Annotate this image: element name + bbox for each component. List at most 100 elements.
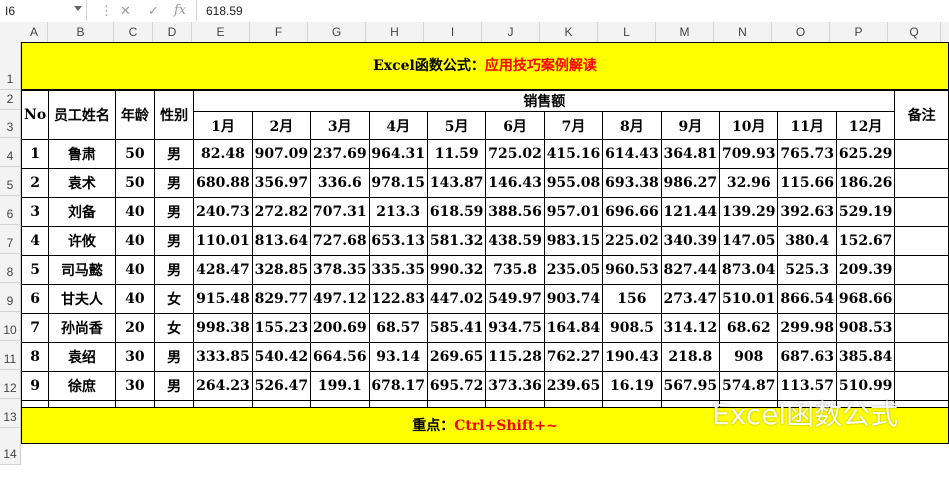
- cell-sales[interactable]: 385.84: [835, 342, 896, 372]
- cell-sales[interactable]: 199.1: [310, 371, 370, 401]
- row-header-10[interactable]: 10: [0, 312, 21, 341]
- cell-sales[interactable]: 907.09: [251, 139, 312, 169]
- cell-sales[interactable]: 328.85: [251, 255, 312, 285]
- column-header-o[interactable]: O: [772, 22, 830, 42]
- column-header-a[interactable]: A: [21, 22, 48, 42]
- cell-gender[interactable]: 男: [153, 371, 195, 401]
- cell-sales[interactable]: 955.08: [543, 168, 604, 198]
- cell-sales[interactable]: 155.23: [251, 313, 312, 343]
- cell-sales[interactable]: 680.88: [193, 168, 253, 198]
- column-header-b[interactable]: B: [48, 22, 114, 42]
- cell-age[interactable]: 30: [114, 342, 155, 372]
- cell-sales[interactable]: 139.29: [719, 197, 779, 227]
- cell-age[interactable]: 40: [114, 255, 155, 285]
- cell-gender[interactable]: 男: [153, 168, 195, 198]
- row-header-12[interactable]: 12: [0, 370, 21, 399]
- column-header-l[interactable]: L: [598, 22, 656, 42]
- cell-name[interactable]: 鲁肃: [48, 139, 116, 169]
- column-header-m[interactable]: M: [656, 22, 714, 42]
- cell-sales[interactable]: 146.43: [485, 168, 545, 198]
- cell-sales[interactable]: 978.15: [368, 168, 428, 198]
- row-header-6[interactable]: 6: [0, 196, 21, 225]
- cell-sales[interactable]: 983.15: [543, 226, 604, 256]
- header-sales[interactable]: 销售额: [193, 90, 896, 112]
- cell-gender[interactable]: 女: [153, 284, 195, 314]
- cell-name[interactable]: 徐庶: [48, 371, 116, 401]
- cell-sales[interactable]: 164.84: [543, 313, 604, 343]
- cell-no[interactable]: 4: [20, 226, 50, 256]
- cell-age[interactable]: 30: [114, 371, 155, 401]
- cell-sales[interactable]: 447.02: [426, 284, 487, 314]
- cell-age[interactable]: 40: [114, 226, 155, 256]
- cell-sales[interactable]: 957.01: [543, 197, 604, 227]
- cell-sales[interactable]: 990.32: [426, 255, 487, 285]
- cell-gender[interactable]: 男: [153, 342, 195, 372]
- cell-sales[interactable]: 581.32: [426, 226, 487, 256]
- cell-sales[interactable]: 438.59: [485, 226, 545, 256]
- column-header-e[interactable]: E: [192, 22, 250, 42]
- cell-sales[interactable]: 143.87: [426, 168, 487, 198]
- cell-sales[interactable]: 813.64: [251, 226, 312, 256]
- column-header-d[interactable]: D: [153, 22, 192, 42]
- column-header-h[interactable]: H: [366, 22, 424, 42]
- name-box[interactable]: I6: [0, 0, 87, 21]
- header-month-1[interactable]: 1月: [193, 111, 253, 140]
- cell-sales[interactable]: 190.43: [602, 342, 662, 372]
- cell-sales[interactable]: 200.69: [310, 313, 370, 343]
- cell-sales[interactable]: 68.62: [719, 313, 779, 343]
- cell-sales[interactable]: 908: [719, 342, 779, 372]
- cell-sales[interactable]: 239.65: [543, 371, 604, 401]
- header-month-3[interactable]: 3月: [310, 111, 370, 140]
- title-banner[interactable]: Excel函数公式：应用技巧案例解读: [21, 42, 949, 90]
- cell-sales[interactable]: 827.44: [660, 255, 721, 285]
- header-month-11[interactable]: 11月: [777, 111, 837, 140]
- cell-no[interactable]: 1: [20, 139, 50, 169]
- cell-sales[interactable]: 664.56: [310, 342, 370, 372]
- cell-sales[interactable]: 264.23: [193, 371, 253, 401]
- cell-sales[interactable]: 121.44: [660, 197, 721, 227]
- cell-sales[interactable]: 725.02: [485, 139, 545, 169]
- cell-remark[interactable]: [894, 197, 949, 227]
- cell-sales[interactable]: 272.82: [251, 197, 312, 227]
- column-header-g[interactable]: G: [308, 22, 366, 42]
- column-header-k[interactable]: K: [540, 22, 598, 42]
- cell-sales[interactable]: 340.39: [660, 226, 721, 256]
- cell-sales[interactable]: 115.66: [777, 168, 837, 198]
- row-header-3[interactable]: 3: [0, 110, 21, 138]
- cell-name[interactable]: 袁术: [48, 168, 116, 198]
- cell-sales[interactable]: 273.47: [660, 284, 721, 314]
- cell-sales[interactable]: 497.12: [310, 284, 370, 314]
- cell-sales[interactable]: 709.93: [719, 139, 779, 169]
- header-month-5[interactable]: 5月: [426, 111, 487, 140]
- header-month-2[interactable]: 2月: [251, 111, 312, 140]
- check-icon[interactable]: ✓: [148, 3, 159, 19]
- cell-sales[interactable]: 765.73: [777, 139, 837, 169]
- cell-sales[interactable]: 829.77: [251, 284, 312, 314]
- cell-sales[interactable]: 240.73: [193, 197, 253, 227]
- cell-sales[interactable]: 32.96: [719, 168, 779, 198]
- column-header-i[interactable]: I: [424, 22, 482, 42]
- cell-age[interactable]: 50: [114, 139, 155, 169]
- cell-sales[interactable]: 156: [602, 284, 662, 314]
- cell-sales[interactable]: 237.69: [310, 139, 370, 169]
- row-header-8[interactable]: 8: [0, 254, 21, 283]
- cell-sales[interactable]: 529.19: [835, 197, 896, 227]
- cell-remark[interactable]: [894, 284, 949, 314]
- cell-no[interactable]: 7: [20, 313, 50, 343]
- row-header-7[interactable]: 7: [0, 225, 21, 254]
- cell-sales[interactable]: 510.01: [719, 284, 779, 314]
- cell-sales[interactable]: 225.02: [602, 226, 662, 256]
- column-header-c[interactable]: C: [114, 22, 153, 42]
- cell-sales[interactable]: 695.72: [426, 371, 487, 401]
- cell-sales[interactable]: 68.57: [368, 313, 428, 343]
- header-month-6[interactable]: 6月: [485, 111, 545, 140]
- column-header-q[interactable]: Q: [888, 22, 941, 42]
- cell-sales[interactable]: 998.38: [193, 313, 253, 343]
- cell-remark[interactable]: [894, 255, 949, 285]
- cell-sales[interactable]: 678.17: [368, 371, 428, 401]
- cell-sales[interactable]: 866.54: [777, 284, 837, 314]
- cell-sales[interactable]: 333.85: [193, 342, 253, 372]
- dots-icon[interactable]: ⋮: [100, 3, 113, 19]
- cell-no[interactable]: 2: [20, 168, 50, 198]
- cell-sales[interactable]: 314.12: [660, 313, 721, 343]
